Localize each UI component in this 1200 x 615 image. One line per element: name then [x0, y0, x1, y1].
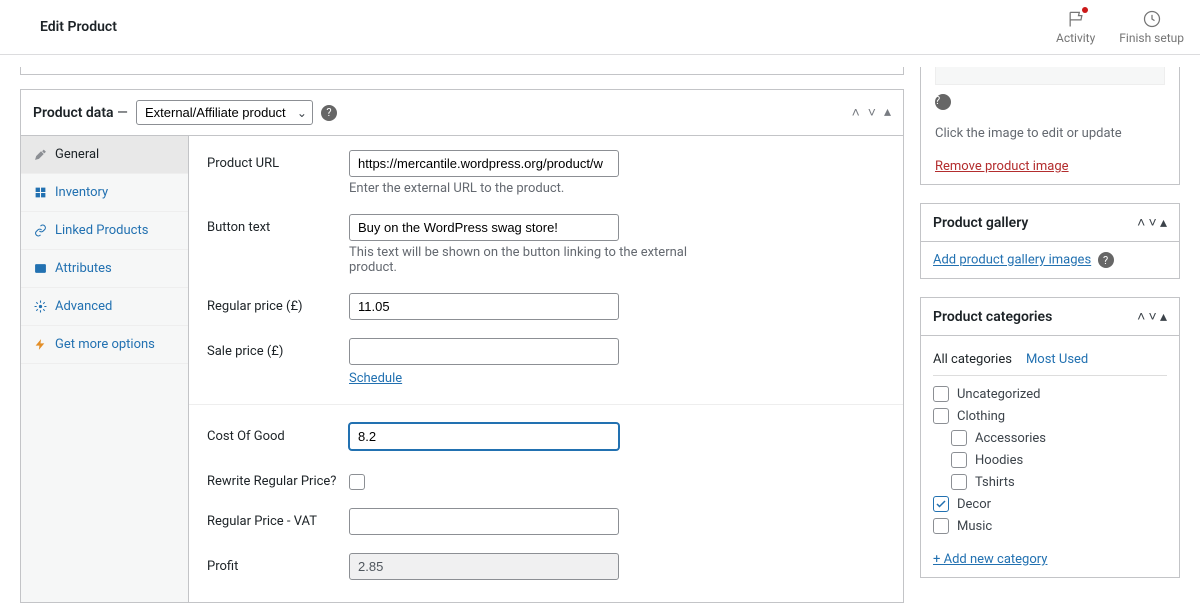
tab-more-label: Get more options [55, 337, 155, 352]
gallery-title: Product gallery [933, 215, 1137, 231]
product-image-preview[interactable] [935, 67, 1165, 85]
panel-up-icon[interactable]: ˄ [1137, 309, 1145, 325]
category-item-tshirts[interactable]: Tshirts [951, 474, 1167, 490]
help-icon[interactable]: ? [935, 94, 951, 110]
tab-general[interactable]: General [21, 136, 188, 174]
flag-icon [1066, 9, 1086, 29]
button-text-help: This text will be shown on the button li… [349, 245, 729, 275]
checkbox-icon[interactable] [933, 408, 949, 424]
clock-icon [1142, 9, 1162, 29]
panel-down-icon[interactable]: ˅ [1149, 309, 1157, 325]
remove-image-link[interactable]: Remove product image [935, 159, 1069, 174]
tab-attributes[interactable]: Attributes [21, 250, 188, 288]
more-icon [33, 338, 47, 351]
checkbox-icon[interactable] [933, 518, 949, 534]
category-label: Clothing [957, 409, 1005, 424]
help-icon[interactable]: ? [1098, 252, 1114, 268]
image-help-text: Click the image to edit or update [935, 126, 1165, 141]
divider [189, 404, 903, 405]
category-label: Uncategorized [957, 387, 1040, 402]
title-prefix: Product data [33, 105, 114, 121]
title-dash: — [117, 105, 128, 121]
panel-up-icon[interactable]: ˄ [1137, 215, 1145, 231]
inventory-icon [33, 186, 47, 199]
checkbox-checked-icon[interactable] [933, 496, 949, 512]
tab-advanced[interactable]: Advanced [21, 288, 188, 326]
tab-inventory-label: Inventory [55, 185, 108, 200]
product-image-box: ? Click the image to edit or update Remo… [920, 67, 1180, 185]
profit-label: Profit [207, 553, 349, 574]
tab-linked-products[interactable]: Linked Products [21, 212, 188, 250]
panel-toggle-icon[interactable]: ▴ [1160, 309, 1167, 325]
collapsed-panel [20, 67, 904, 75]
panel-down-icon[interactable]: ˅ [1149, 215, 1157, 231]
tab-all-categories[interactable]: All categories [933, 346, 1012, 375]
regular-price-label: Regular price (£) [207, 293, 349, 314]
product-categories-panel: Product categories ˄ ˅ ▴ All categories … [920, 297, 1180, 578]
checkbox-icon[interactable] [951, 430, 967, 446]
product-data-tabs: General Inventory Linked Products [21, 136, 189, 602]
tab-general-label: General [55, 147, 99, 162]
rewrite-regular-checkbox[interactable] [349, 474, 365, 490]
tab-attributes-label: Attributes [55, 261, 112, 276]
product-url-help: Enter the external URL to the product. [349, 181, 619, 196]
product-gallery-panel: Product gallery ˄ ˅ ▴ Add product galler… [920, 203, 1180, 279]
add-gallery-images-link[interactable]: Add product gallery images [933, 253, 1091, 268]
sale-price-label: Sale price (£) [207, 338, 349, 359]
tab-more-options[interactable]: Get more options [21, 326, 188, 364]
link-icon [33, 224, 47, 237]
category-item-accessories[interactable]: Accessories [951, 430, 1167, 446]
activity-label: Activity [1056, 31, 1095, 45]
regular-price-input[interactable] [349, 293, 619, 320]
tab-most-used[interactable]: Most Used [1026, 346, 1088, 375]
finish-label: Finish setup [1119, 31, 1184, 45]
panel-toggle-icon[interactable]: ▴ [884, 104, 891, 121]
wrench-icon [33, 148, 47, 161]
category-label: Accessories [975, 431, 1046, 446]
category-item-music[interactable]: Music [933, 518, 1167, 534]
activity-button[interactable]: Activity [1056, 9, 1095, 45]
tab-advanced-label: Advanced [55, 299, 112, 314]
product-url-input[interactable] [349, 150, 619, 177]
category-item-clothing[interactable]: Clothing [933, 408, 1167, 424]
category-item-uncategorized[interactable]: Uncategorized [933, 386, 1167, 402]
finish-setup-button[interactable]: Finish setup [1119, 9, 1184, 45]
cost-of-good-label: Cost Of Good [207, 423, 349, 444]
regular-vat-input[interactable] [349, 508, 619, 535]
category-label: Music [957, 519, 992, 534]
cost-of-good-input[interactable] [349, 423, 619, 450]
sale-price-input[interactable] [349, 338, 619, 365]
product-data-title: Product data — [33, 105, 128, 121]
regular-vat-label: Regular Price - VAT [207, 508, 349, 529]
checkbox-icon[interactable] [933, 386, 949, 402]
attributes-icon [33, 262, 47, 275]
schedule-link[interactable]: Schedule [349, 371, 402, 386]
button-text-input[interactable] [349, 214, 619, 241]
category-label: Decor [957, 497, 991, 512]
category-label: Hoodies [975, 453, 1023, 468]
categories-title: Product categories [933, 309, 1137, 325]
panel-up-icon[interactable]: ˄ [852, 104, 860, 121]
product-type-select[interactable]: External/Affiliate product [136, 100, 313, 125]
gear-icon [33, 300, 47, 313]
help-icon[interactable]: ? [321, 105, 337, 121]
category-item-decor[interactable]: Decor [933, 496, 1167, 512]
tab-linked-label: Linked Products [55, 223, 148, 238]
profit-input [349, 553, 619, 580]
panel-toggle-icon[interactable]: ▴ [1160, 215, 1167, 231]
button-text-label: Button text [207, 214, 349, 235]
category-label: Tshirts [975, 475, 1015, 490]
product-url-label: Product URL [207, 150, 349, 171]
product-data-panel: Product data — External/Affiliate produc… [20, 89, 904, 603]
tab-inventory[interactable]: Inventory [21, 174, 188, 212]
checkbox-icon[interactable] [951, 452, 967, 468]
rewrite-regular-label: Rewrite Regular Price? [207, 468, 349, 489]
checkbox-icon[interactable] [951, 474, 967, 490]
add-new-category-link[interactable]: + Add new category [933, 552, 1047, 567]
panel-down-icon[interactable]: ˅ [868, 104, 876, 121]
category-item-hoodies[interactable]: Hoodies [951, 452, 1167, 468]
page-title: Edit Product [16, 19, 117, 35]
